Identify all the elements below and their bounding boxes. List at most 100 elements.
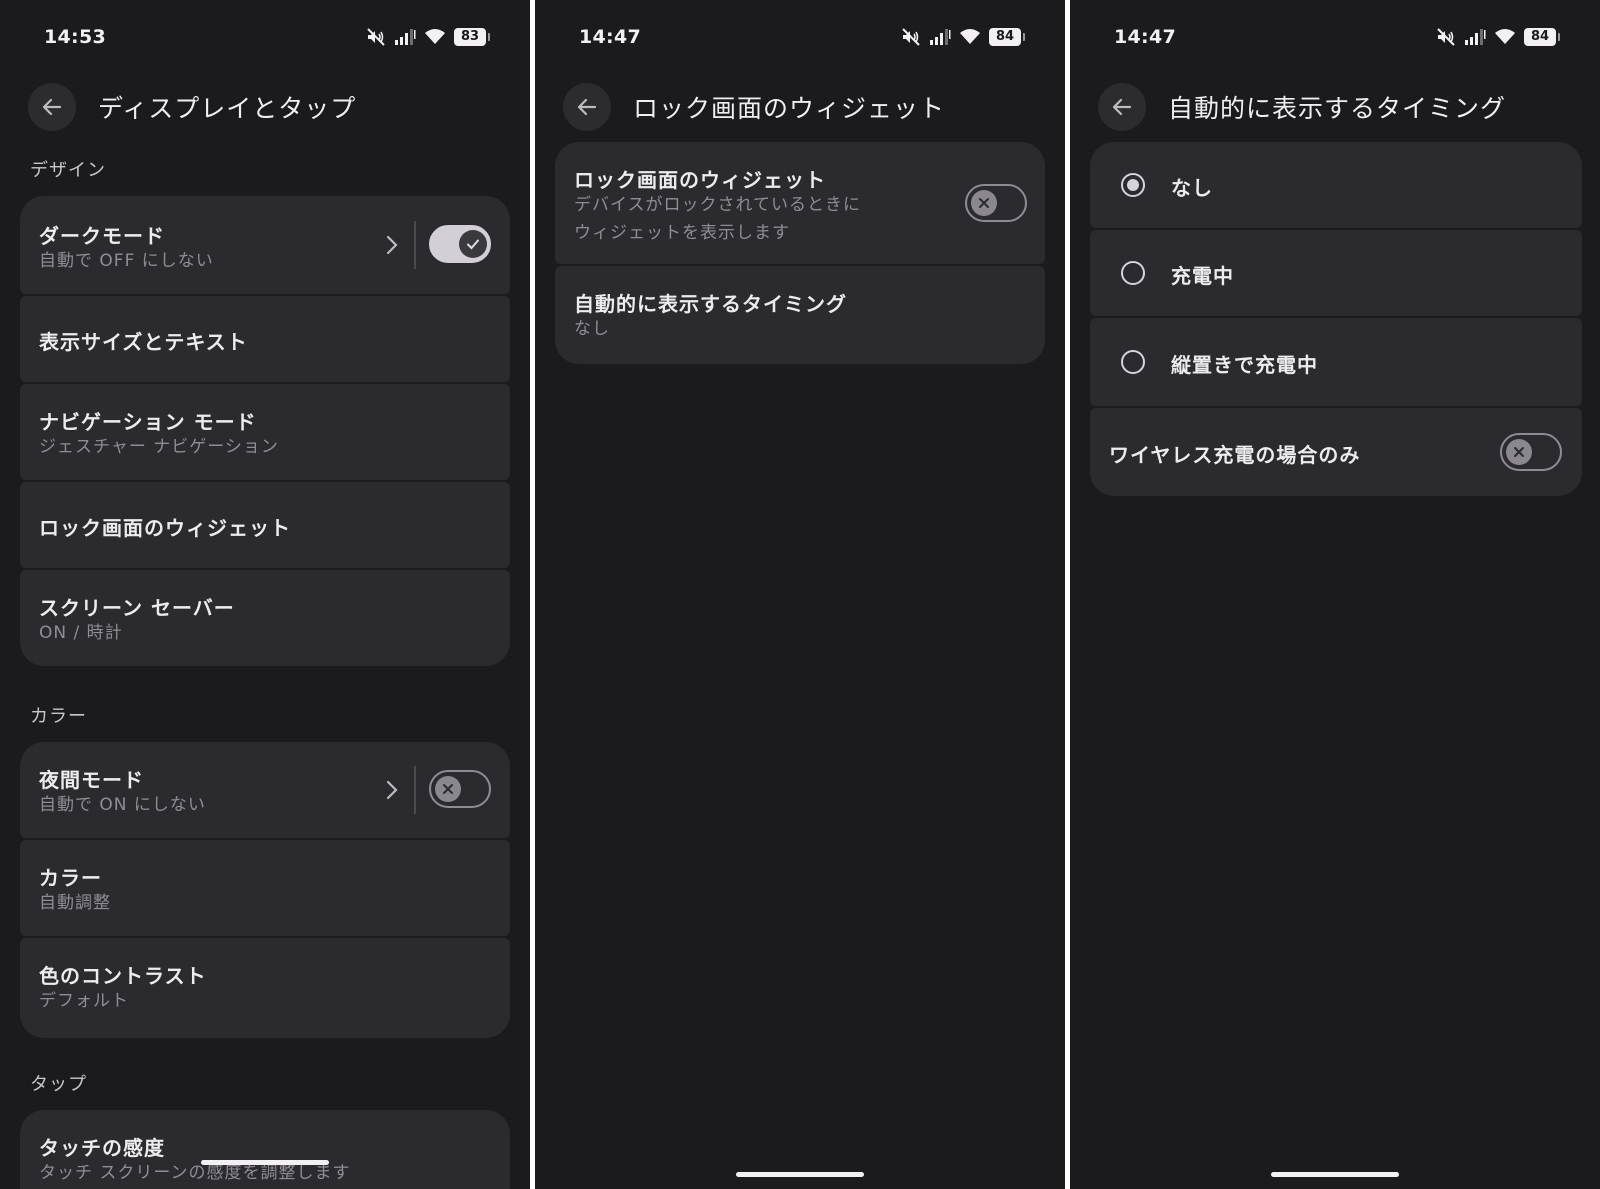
item-subtitle-line1: デバイスがロックされているときに [574, 195, 861, 215]
wireless-only-item[interactable]: ワイヤレス充電の場合のみ [1090, 408, 1582, 496]
home-indicator[interactable] [1271, 1172, 1399, 1177]
color-contrast-item[interactable]: 色のコントラスト デフォルト [20, 938, 510, 1038]
status-time: 14:47 [1114, 26, 1176, 48]
battery-indicator: 83 [454, 28, 490, 46]
auto-show-timing-item[interactable]: 自動的に表示するタイミング なし [555, 266, 1045, 364]
page-title: 自動的に表示するタイミング [1168, 94, 1507, 123]
dark-mode-switch[interactable] [429, 225, 491, 263]
switch-thumb [1506, 439, 1532, 465]
option-label: 充電中 [1171, 264, 1234, 288]
mute-icon [902, 28, 920, 46]
item-subtitle: デフォルト [39, 991, 129, 1011]
mute-icon [367, 28, 385, 46]
app-bar: ロック画面のウィジェット [563, 82, 1045, 132]
signal-icon [1465, 29, 1486, 45]
night-mode-switch[interactable] [429, 770, 491, 808]
option-none[interactable]: なし [1090, 142, 1582, 228]
wifi-icon [960, 29, 980, 44]
arrow-left-icon [1112, 98, 1132, 116]
item-subtitle: 自動で ON にしない [39, 795, 206, 815]
item-subtitle: ジェスチャー ナビゲーション [39, 437, 279, 457]
back-button[interactable] [28, 83, 76, 131]
status-time: 14:53 [44, 26, 106, 48]
chevron-right-icon [386, 235, 398, 255]
vertical-divider [414, 766, 416, 814]
status-time: 14:47 [579, 26, 641, 48]
status-icons: 83 [366, 28, 490, 46]
timing-options-group: なし 充電中 縦置きで充電中 ワイヤレス充電の場合のみ [1090, 142, 1582, 496]
item-title: ナビゲーション モード [39, 410, 257, 434]
app-bar: ディスプレイとタップ [28, 82, 510, 132]
dark-mode-item[interactable]: ダークモード 自動で OFF にしない [20, 196, 510, 294]
wireless-only-switch[interactable] [1500, 433, 1562, 471]
item-title: ロック画面のウィジェット [574, 168, 826, 192]
auto-show-timing-screen: 14:47 84 自動的に表示するタイミング なし 充電中 縦置きで充電中 ワイ… [1070, 0, 1600, 1189]
status-icons: 84 [1436, 28, 1560, 46]
radio-charging-upright[interactable] [1121, 350, 1145, 374]
vertical-divider [414, 221, 416, 269]
lock-screen-widget-item[interactable]: ロック画面のウィジェット [20, 482, 510, 568]
back-button[interactable] [563, 83, 611, 131]
switch-thumb [435, 776, 461, 802]
item-title: 表示サイズとテキスト [39, 330, 248, 354]
home-indicator[interactable] [201, 1160, 329, 1165]
item-subtitle: ON / 時計 [39, 623, 123, 643]
night-mode-item[interactable]: 夜間モード 自動で ON にしない [20, 742, 510, 838]
option-charging-upright[interactable]: 縦置きで充電中 [1090, 318, 1582, 406]
close-icon [443, 784, 453, 794]
page-title: ロック画面のウィジェット [633, 94, 946, 123]
page-title: ディスプレイとタップ [98, 94, 357, 123]
item-title: ロック画面のウィジェット [39, 516, 291, 540]
navigation-mode-item[interactable]: ナビゲーション モード ジェスチャー ナビゲーション [20, 384, 510, 480]
chevron-right-icon [386, 780, 398, 800]
back-button[interactable] [1098, 83, 1146, 131]
status-bar: 14:53 83 [44, 22, 490, 52]
battery-indicator: 84 [1524, 28, 1560, 46]
item-subtitle-line2: ウィジェットを表示します [574, 223, 790, 243]
radio-charging[interactable] [1121, 261, 1145, 285]
check-icon [467, 239, 479, 250]
mute-icon [1437, 28, 1455, 46]
switch-thumb [971, 190, 997, 216]
item-title: スクリーン セーバー [39, 596, 235, 620]
screen-saver-item[interactable]: スクリーン セーバー ON / 時計 [20, 570, 510, 666]
display-size-text-item[interactable]: 表示サイズとテキスト [20, 296, 510, 382]
close-icon [1514, 447, 1524, 457]
item-title: カラー [39, 866, 102, 890]
radio-none[interactable] [1121, 173, 1145, 197]
arrow-left-icon [42, 98, 62, 116]
signal-icon [930, 29, 951, 45]
section-header-tap: タップ [30, 1074, 87, 1095]
color-item[interactable]: カラー 自動調整 [20, 840, 510, 936]
lock-widget-switch[interactable] [965, 184, 1027, 222]
lock-widget-group: ロック画面のウィジェット デバイスがロックされているときに ウィジェットを表示し… [555, 142, 1045, 364]
design-group: ダークモード 自動で OFF にしない 表示サイズとテキスト ナビゲーション モ… [20, 196, 510, 666]
arrow-left-icon [577, 98, 597, 116]
status-icons: 84 [901, 28, 1025, 46]
item-title: 自動的に表示するタイミング [574, 292, 847, 316]
home-indicator[interactable] [736, 1172, 864, 1177]
option-charging[interactable]: 充電中 [1090, 230, 1582, 316]
status-bar: 14:47 84 [1114, 22, 1560, 52]
app-bar: 自動的に表示するタイミング [1098, 82, 1580, 132]
item-subtitle: なし [574, 319, 610, 339]
status-bar: 14:47 84 [579, 22, 1025, 52]
item-subtitle: 自動で OFF にしない [39, 251, 214, 271]
signal-icon [395, 29, 416, 45]
color-group: 夜間モード 自動で ON にしない カラー 自動調整 色のコントラスト デフォル… [20, 742, 510, 1038]
screens-container: 14:53 83 ディスプレイとタップ デザイン ダークモード 自動で OFF … [0, 0, 1600, 1189]
item-title: 色のコントラスト [39, 964, 207, 988]
lock-screen-widget-screen: 14:47 84 ロック画面のウィジェット ロック画面のウィジェット デバイスが… [535, 0, 1065, 1189]
wifi-icon [1495, 29, 1515, 44]
item-subtitle: 自動調整 [39, 893, 111, 913]
touch-sensitivity-item[interactable]: タッチの感度 タッチ スクリーンの感度を調整します [20, 1110, 510, 1189]
section-header-design: デザイン [30, 160, 106, 181]
lock-widget-toggle-item[interactable]: ロック画面のウィジェット デバイスがロックされているときに ウィジェットを表示し… [555, 142, 1045, 264]
item-title: タッチの感度 [39, 1136, 165, 1160]
section-header-color: カラー [30, 706, 87, 727]
tap-group: タッチの感度 タッチ スクリーンの感度を調整します [20, 1110, 510, 1189]
wireless-label: ワイヤレス充電の場合のみ [1109, 443, 1361, 467]
wifi-icon [425, 29, 445, 44]
item-title: ダークモード [39, 224, 165, 248]
battery-indicator: 84 [989, 28, 1025, 46]
